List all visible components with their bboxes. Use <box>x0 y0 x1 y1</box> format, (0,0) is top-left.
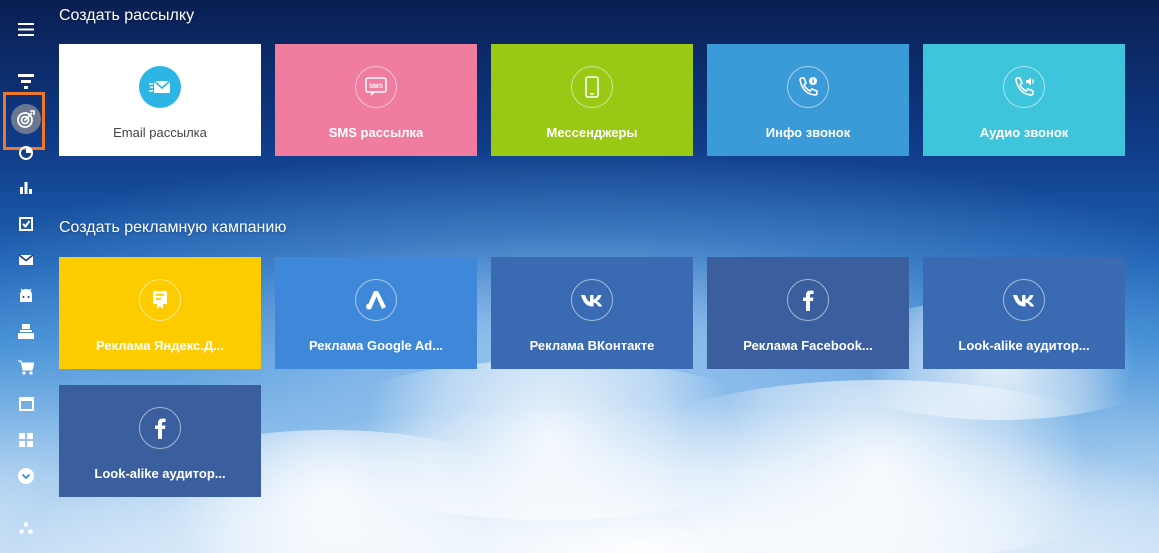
sms-icon: SMS <box>355 66 397 108</box>
facebook-icon <box>139 407 181 449</box>
info-call-tile[interactable]: Инфо звонок <box>707 44 909 156</box>
menu-icon <box>18 22 34 36</box>
sidebar-item-tasks[interactable] <box>0 209 52 239</box>
tile-label: Look-alike аудитор... <box>958 338 1090 353</box>
sidebar-item-more[interactable] <box>0 461 52 491</box>
bar-chart-icon <box>20 182 32 194</box>
apps-grid-icon <box>19 433 33 447</box>
cart-icon <box>18 360 34 375</box>
tile-label: Реклама Яндекс.Д... <box>96 338 224 353</box>
lookalike-facebook-tile[interactable]: Look-alike аудитор... <box>59 385 261 497</box>
email-icon <box>139 66 181 108</box>
tile-label: SMS рассылка <box>328 125 424 140</box>
sms-campaign-tile[interactable]: SMS SMS рассылка <box>275 44 477 156</box>
chevron-down-circle-icon <box>18 468 34 484</box>
pie-chart-icon <box>19 146 33 160</box>
sidebar-item-apps[interactable] <box>0 425 52 455</box>
google-ads-icon <box>355 279 397 321</box>
tile-label: Реклама ВКонтакте <box>529 338 655 353</box>
sidebar-item-pie-chart[interactable] <box>0 138 52 168</box>
menu-button[interactable] <box>0 14 52 44</box>
audio-call-icon <box>1003 66 1045 108</box>
sidebar-item-network[interactable] <box>0 513 52 543</box>
android-icon <box>20 288 32 302</box>
ads-section-title: Создать рекламную кампанию <box>59 219 287 236</box>
vk-ads-tile[interactable]: Реклама ВКонтакте <box>491 257 693 369</box>
email-campaign-tile[interactable]: Email рассылка <box>59 44 261 156</box>
sidebar-item-target[interactable] <box>0 104 52 134</box>
vk-icon <box>571 279 613 321</box>
network-icon <box>19 522 33 534</box>
svg-text:SMS: SMS <box>369 83 384 90</box>
inbox-icon <box>18 323 34 339</box>
phone-icon <box>571 66 613 108</box>
tile-label: Look-alike аудитор... <box>94 466 226 481</box>
tile-label: Реклама Facebook... <box>743 338 873 353</box>
sidebar-item-statistics[interactable] <box>0 172 52 202</box>
browser-window-icon <box>18 397 34 411</box>
tile-label: Аудио звонок <box>979 125 1069 140</box>
audio-call-tile[interactable]: Аудио звонок <box>923 44 1125 156</box>
facebook-icon <box>787 279 829 321</box>
sidebar-item-websites[interactable] <box>0 389 52 419</box>
google-ads-tile[interactable]: Реклама Google Ad... <box>275 257 477 369</box>
envelope-icon <box>19 255 33 265</box>
checkbox-icon <box>19 217 33 231</box>
sidebar-item-inbox[interactable] <box>0 316 52 346</box>
sidebar <box>0 0 52 553</box>
active-item-background <box>11 104 41 134</box>
tile-label: Email рассылка <box>113 125 207 140</box>
yandex-direct-tile[interactable]: Реклама Яндекс.Д... <box>59 257 261 369</box>
funnel-icon <box>18 74 34 89</box>
facebook-ads-tile[interactable]: Реклама Facebook... <box>707 257 909 369</box>
mailing-section-title: Создать рассылку <box>59 7 195 24</box>
messengers-tile[interactable]: Мессенджеры <box>491 44 693 156</box>
sidebar-item-email[interactable] <box>0 245 52 275</box>
tile-label: Мессенджеры <box>546 125 638 140</box>
vk-icon <box>1003 279 1045 321</box>
tile-label: Инфо звонок <box>765 125 851 140</box>
sidebar-item-chatbots[interactable] <box>0 280 52 310</box>
lookalike-vk-tile[interactable]: Look-alike аудитор... <box>923 257 1125 369</box>
yandex-direct-icon <box>139 279 181 321</box>
tile-label: Реклама Google Ad... <box>308 338 444 353</box>
info-call-icon <box>787 66 829 108</box>
target-icon <box>17 110 35 128</box>
sidebar-item-shop[interactable] <box>0 352 52 382</box>
